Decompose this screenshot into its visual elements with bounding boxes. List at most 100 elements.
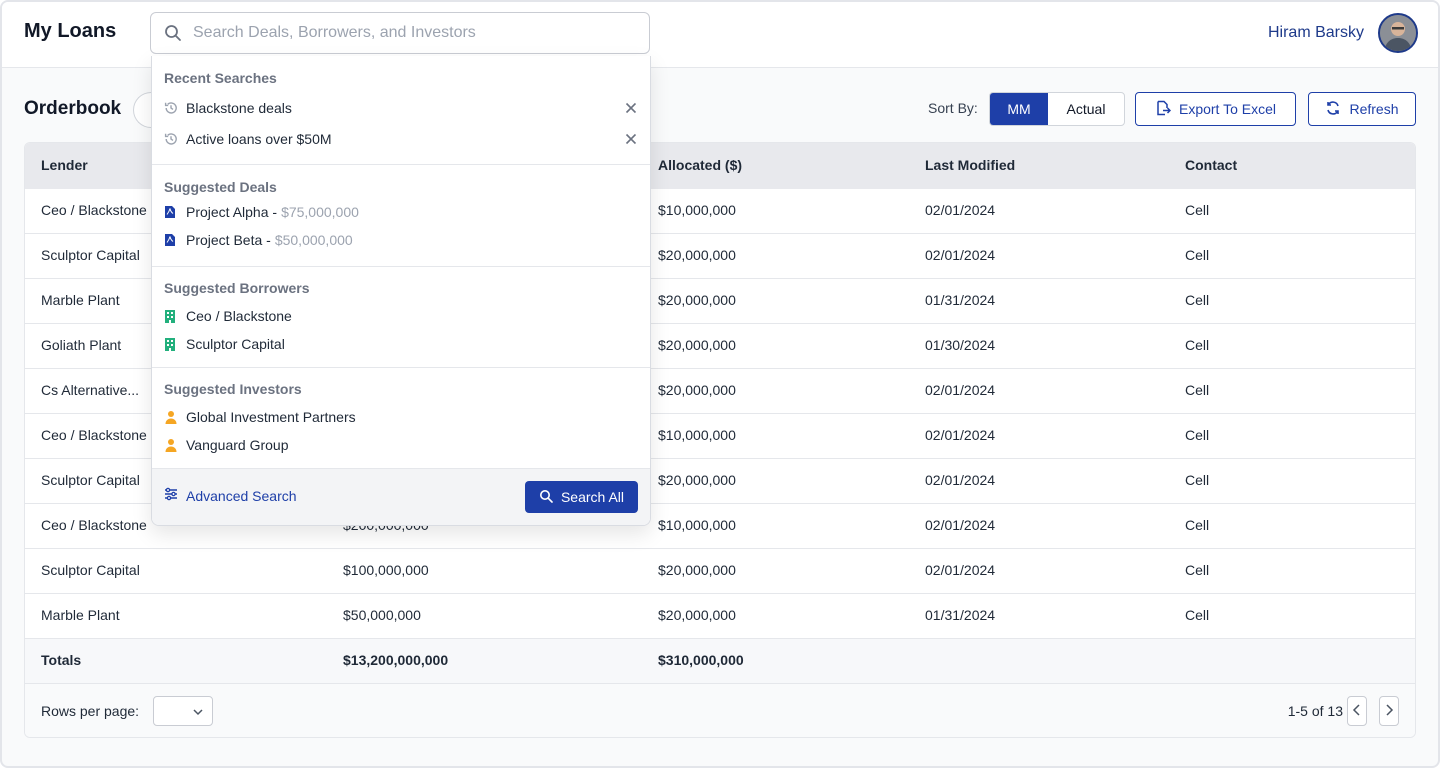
borrower-name: Ceo / Blackstone bbox=[186, 308, 292, 324]
cell-contact[interactable]: Cell bbox=[1185, 517, 1209, 533]
table-row[interactable]: Marble Plant $50,000,000 $20,000,000 01/… bbox=[25, 594, 1415, 639]
totals-label: Totals bbox=[41, 652, 82, 668]
cell-allocated: $20,000,000 bbox=[658, 247, 736, 263]
cell-allocated: $10,000,000 bbox=[658, 427, 736, 443]
table-row[interactable]: Sculptor Capital $100,000,000 $20,000,00… bbox=[25, 549, 1415, 594]
chevron-left-icon bbox=[1352, 703, 1362, 719]
suggested-investor-item[interactable]: Vanguard Group bbox=[164, 433, 638, 457]
cell-contact[interactable]: Cell bbox=[1185, 382, 1209, 398]
cell-lender: Cs Alternative... bbox=[41, 382, 140, 398]
column-header-lender[interactable]: Lender bbox=[41, 157, 88, 173]
export-excel-button[interactable]: Export To Excel bbox=[1135, 92, 1296, 126]
cell-allocated: $20,000,000 bbox=[658, 337, 736, 353]
suggested-borrower-item[interactable]: Sculptor Capital bbox=[164, 332, 638, 356]
previous-page-button[interactable] bbox=[1347, 696, 1367, 726]
divider bbox=[152, 164, 650, 165]
cell-allocated: $20,000,000 bbox=[658, 292, 736, 308]
search-suggestions-dropdown: Recent Searches Blackstone deals Active … bbox=[151, 56, 651, 526]
cell-allocated: $20,000,000 bbox=[658, 607, 736, 623]
cell-lender: Ceo / Blackstone bbox=[41, 517, 147, 533]
cell-lender: Goliath Plant bbox=[41, 337, 122, 353]
suggested-deal-item[interactable]: Project Beta - $50,000,000 bbox=[164, 228, 638, 252]
recent-search-label: Active loans over $50M bbox=[186, 131, 332, 147]
pagination-range: 1-5 of 13 bbox=[1287, 703, 1343, 719]
building-icon bbox=[164, 309, 178, 323]
rows-per-page-label: Rows per page: bbox=[41, 703, 140, 719]
user-name[interactable]: Hiram Barsky bbox=[1268, 24, 1364, 42]
cell-contact[interactable]: Cell bbox=[1185, 337, 1209, 353]
search-all-button[interactable]: Search All bbox=[525, 481, 638, 513]
close-icon[interactable] bbox=[624, 132, 638, 146]
sort-toggle: MM Actual bbox=[989, 92, 1125, 126]
chevron-down-icon bbox=[192, 705, 204, 721]
divider bbox=[152, 266, 650, 267]
cell-allocated: $20,000,000 bbox=[658, 472, 736, 488]
person-icon bbox=[164, 410, 178, 424]
sliders-icon bbox=[164, 487, 178, 504]
recent-search-item[interactable]: Active loans over $50M bbox=[164, 127, 638, 151]
recent-search-item[interactable]: Blackstone deals bbox=[164, 96, 638, 120]
cell-contact[interactable]: Cell bbox=[1185, 607, 1209, 623]
cell-last-modified: 02/01/2024 bbox=[925, 517, 996, 533]
cell-last-modified: 02/01/2024 bbox=[925, 472, 996, 488]
advanced-search-link[interactable]: Advanced Search bbox=[164, 487, 297, 504]
cell-contact[interactable]: Cell bbox=[1185, 562, 1209, 578]
cell-allocated: $10,000,000 bbox=[658, 202, 736, 218]
suggested-borrower-item[interactable]: Ceo / Blackstone bbox=[164, 304, 638, 328]
deal-value: $50,000,000 bbox=[274, 232, 353, 248]
totals-allocated: $310,000,000 bbox=[658, 652, 744, 668]
cell-lender: Marble Plant bbox=[41, 607, 120, 623]
totals-row: Totals $13,200,000,000 $310,000,000 bbox=[25, 639, 1415, 684]
deal-document-icon bbox=[164, 233, 178, 247]
cell-lender: Marble Plant bbox=[41, 292, 120, 308]
cell-last-modified: 01/31/2024 bbox=[925, 292, 996, 308]
cell-lender: Ceo / Blackstone bbox=[41, 427, 147, 443]
refresh-label: Refresh bbox=[1349, 101, 1399, 117]
deal-name: Project Beta - bbox=[186, 232, 271, 248]
cell-contact[interactable]: Cell bbox=[1185, 472, 1209, 488]
rows-per-page-select[interactable] bbox=[153, 696, 213, 726]
cell-contact[interactable]: Cell bbox=[1185, 427, 1209, 443]
suggested-deals-heading: Suggested Deals bbox=[164, 179, 277, 195]
page-title: Orderbook bbox=[24, 98, 122, 119]
global-search[interactable] bbox=[150, 12, 650, 54]
deal-document-icon bbox=[164, 205, 178, 219]
refresh-button[interactable]: Refresh bbox=[1308, 92, 1416, 126]
next-page-button[interactable] bbox=[1379, 696, 1399, 726]
column-header-last-modified[interactable]: Last Modified bbox=[925, 157, 1015, 173]
cell-last-modified: 01/31/2024 bbox=[925, 607, 996, 623]
suggested-borrowers-heading: Suggested Borrowers bbox=[164, 280, 310, 296]
search-all-label: Search All bbox=[560, 489, 625, 505]
close-icon[interactable] bbox=[624, 101, 638, 115]
advanced-search-label: Advanced Search bbox=[186, 487, 297, 504]
divider bbox=[152, 367, 650, 368]
cell-last-modified: 02/01/2024 bbox=[925, 382, 996, 398]
building-icon bbox=[164, 337, 178, 351]
avatar[interactable] bbox=[1378, 13, 1418, 53]
cell-allocated: $20,000,000 bbox=[658, 382, 736, 398]
sort-option-actual[interactable]: Actual bbox=[1048, 93, 1124, 125]
cell-contact[interactable]: Cell bbox=[1185, 292, 1209, 308]
cell-lender: Sculptor Capital bbox=[41, 472, 140, 488]
column-header-contact[interactable]: Contact bbox=[1185, 157, 1237, 173]
recent-searches-heading: Recent Searches bbox=[164, 70, 277, 86]
cell-last-modified: 02/01/2024 bbox=[925, 562, 996, 578]
column-header-allocated[interactable]: Allocated ($) bbox=[658, 157, 742, 173]
suggested-investor-item[interactable]: Global Investment Partners bbox=[164, 405, 638, 429]
person-icon bbox=[164, 438, 178, 452]
app-window: My Loans Hiram Barsky Orderbook Sort By:… bbox=[0, 0, 1440, 768]
search-input[interactable] bbox=[193, 24, 633, 42]
chevron-right-icon bbox=[1384, 703, 1394, 719]
cell-allocated: $10,000,000 bbox=[658, 517, 736, 533]
sort-option-mm[interactable]: MM bbox=[990, 93, 1048, 125]
cell-amount: $100,000,000 bbox=[343, 562, 429, 578]
dropdown-footer: Advanced Search Search All bbox=[152, 468, 650, 525]
history-icon bbox=[164, 132, 178, 146]
cell-contact[interactable]: Cell bbox=[1185, 202, 1209, 218]
refresh-icon bbox=[1325, 100, 1341, 119]
cell-lender: Sculptor Capital bbox=[41, 562, 140, 578]
totals-amount: $13,200,000,000 bbox=[343, 652, 449, 668]
cell-contact[interactable]: Cell bbox=[1185, 247, 1209, 263]
cell-amount: $50,000,000 bbox=[343, 607, 421, 623]
suggested-deal-item[interactable]: Project Alpha - $75,000,000 bbox=[164, 200, 638, 224]
